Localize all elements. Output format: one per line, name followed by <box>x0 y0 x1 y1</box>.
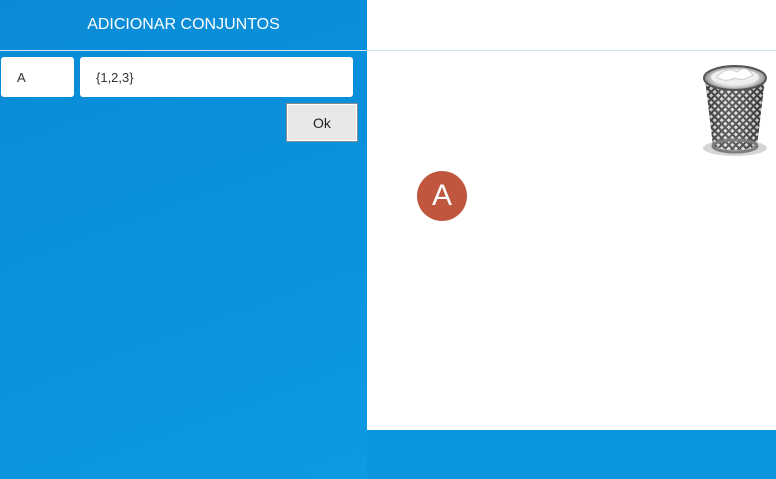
sidebar-panel: ADICIONAR CONJUNTOS Ok <box>0 0 367 479</box>
set-circle-a[interactable]: A <box>417 171 467 221</box>
sidebar-title: ADICIONAR CONJUNTOS <box>87 16 280 33</box>
trash-can-icon[interactable] <box>697 58 773 158</box>
set-name-input[interactable] <box>1 57 74 97</box>
app-root: ADICIONAR CONJUNTOS Ok A <box>0 0 776 479</box>
ok-button[interactable]: Ok <box>286 103 358 142</box>
set-elements-input[interactable] <box>80 57 353 97</box>
header-divider <box>0 50 776 51</box>
